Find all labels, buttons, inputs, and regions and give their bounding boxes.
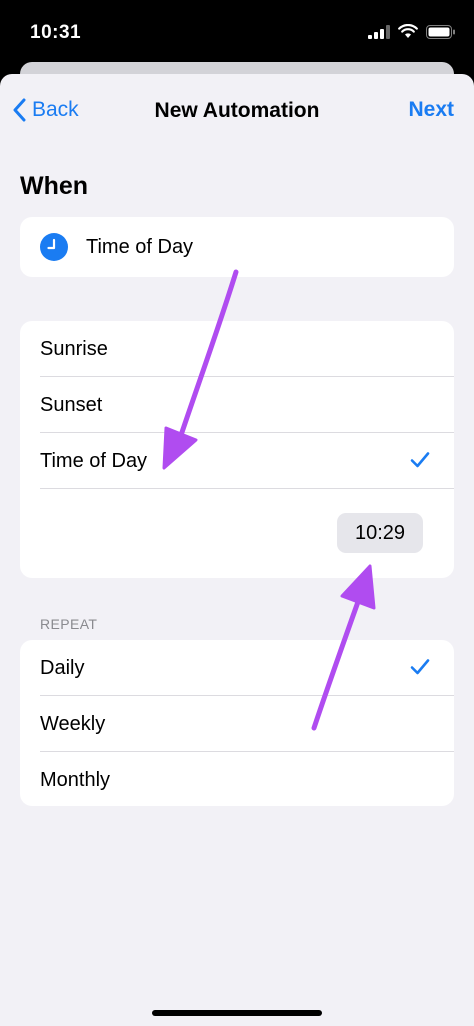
repeat-daily[interactable]: Daily	[20, 640, 454, 696]
divider	[40, 488, 454, 489]
page-title: New Automation	[154, 99, 320, 122]
option-time-of-day[interactable]: Time of Day	[20, 433, 454, 489]
trigger-card[interactable]: Time of Day	[20, 217, 454, 277]
repeat-label: Weekly	[40, 712, 106, 735]
cellular-signal-icon	[368, 24, 390, 39]
navigation-bar: Back New Automation Next	[0, 74, 474, 148]
option-label: Time of Day	[40, 449, 148, 472]
wifi-icon	[398, 24, 418, 38]
repeat-label: Monthly	[40, 768, 111, 791]
status-icons	[368, 24, 456, 39]
clock-icon	[40, 233, 68, 261]
new-automation-sheet: Back New Automation Next When Time of Da…	[0, 74, 474, 1026]
option-label: Sunset	[40, 393, 103, 416]
status-bar: 10:31	[0, 0, 474, 64]
option-label: Sunrise	[40, 337, 108, 360]
option-sunrise[interactable]: Sunrise	[20, 321, 454, 377]
time-picker[interactable]: 10:29	[337, 513, 423, 553]
battery-icon	[426, 24, 455, 39]
option-sunset[interactable]: Sunset	[20, 377, 454, 433]
repeat-section-header: REPEAT	[40, 616, 98, 632]
time-options-list: Sunrise Sunset Time of Day 10:29	[20, 321, 454, 578]
home-indicator	[152, 1010, 322, 1016]
repeat-weekly[interactable]: Weekly	[20, 696, 454, 752]
checkmark-icon	[410, 659, 430, 675]
when-heading: When	[20, 172, 89, 200]
next-button[interactable]: Next	[408, 98, 454, 122]
status-time: 10:31	[30, 22, 82, 43]
repeat-options-list: Daily Weekly Monthly	[20, 640, 454, 806]
checkmark-icon	[410, 452, 430, 468]
repeat-monthly[interactable]: Monthly	[20, 752, 454, 808]
trigger-label: Time of Day	[86, 235, 194, 258]
repeat-label: Daily	[40, 656, 85, 679]
